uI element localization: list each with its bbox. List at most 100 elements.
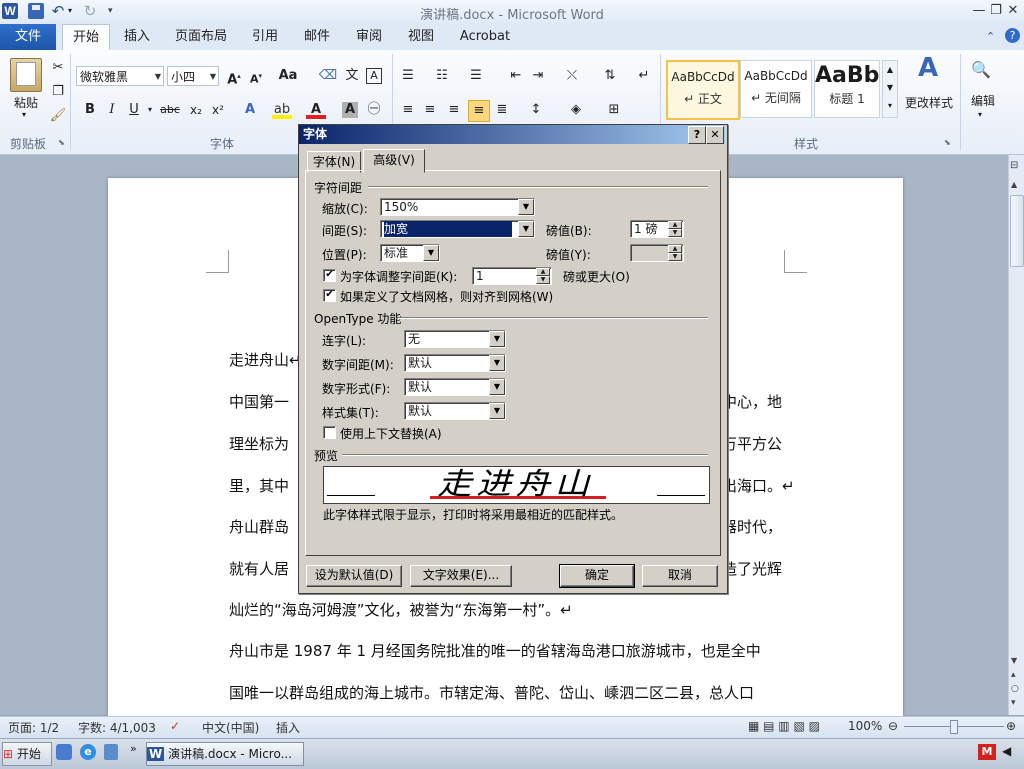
paragraph-line[interactable]: 理坐标为 [229, 433, 289, 454]
grow-font-icon[interactable]: A▴ [224, 66, 244, 87]
shrink-font-icon[interactable]: A▾ [246, 66, 266, 86]
zoom-level[interactable]: 100% [848, 719, 882, 733]
text-effects-icon[interactable]: A [240, 100, 260, 120]
clipboard-launcher-icon[interactable]: ⬊ [58, 138, 65, 147]
justify-icon[interactable]: ≡ [468, 100, 490, 122]
desktop-icon[interactable] [56, 744, 72, 760]
tab-page-layout[interactable]: 页面布局 [170, 24, 232, 50]
paragraph-line[interactable]: 灿烂的“海岛河姆渡”文化，被誉为“东海第一村”。↵ [229, 599, 573, 620]
font-color-icon[interactable]: A [306, 100, 326, 119]
taskbar-more-icon[interactable]: » [130, 742, 137, 755]
chevron-down-icon[interactable]: ▼ [489, 331, 505, 347]
spin-down-icon[interactable]: ▼ [536, 276, 550, 284]
spin-down-icon[interactable]: ▼ [668, 229, 682, 237]
kerning-checkbox[interactable]: ✔ [323, 269, 336, 282]
chevron-down-icon[interactable]: ▼ [155, 67, 161, 87]
start-button[interactable]: ⊞ 开始 [2, 742, 52, 766]
decrease-indent-icon[interactable]: ⇤ [506, 66, 526, 86]
status-insert-mode[interactable]: 插入 [276, 719, 300, 736]
change-styles-icon[interactable]: A [912, 55, 944, 88]
dialog-close-button[interactable]: ✕ [706, 126, 724, 144]
strikethrough-icon[interactable]: abc [160, 100, 180, 120]
align-left-icon[interactable]: ≡ [398, 100, 418, 120]
proofing-icon[interactable]: ✓ [170, 719, 180, 733]
increase-indent-icon[interactable]: ⇥ [528, 66, 548, 86]
redo-icon[interactable]: ↻ [82, 3, 98, 19]
tab-mailings[interactable]: 邮件 [296, 24, 338, 50]
spin-up-icon[interactable]: ▲ [668, 245, 682, 253]
word-app-icon[interactable]: W [2, 3, 18, 19]
paragraph-title[interactable]: 走进舟山↵ [229, 349, 302, 370]
bullets-icon[interactable]: ☰ [398, 66, 418, 86]
paragraph-line[interactable]: 中国第一 [229, 391, 289, 412]
close-button[interactable]: ✕ [1004, 2, 1022, 20]
view-buttons-icon[interactable]: ▦ ▤ ▥ ▧ ▨ [748, 719, 820, 733]
bold-icon[interactable]: B [80, 100, 100, 120]
style-no-spacing[interactable]: AaBbCcDd ↵ 无间隔 [740, 60, 812, 118]
chevron-down-icon[interactable]: ▼ [518, 199, 534, 215]
change-styles-button[interactable]: 更改样式 [898, 92, 960, 114]
collapse-ribbon-icon[interactable]: ⌃ [986, 30, 995, 43]
tray-app-icon[interactable]: M [978, 744, 996, 760]
paste-dropdown-icon[interactable]: ▾ [22, 110, 26, 119]
cancel-button[interactable]: 取消 [642, 565, 718, 587]
editing-button[interactable]: 编辑 [962, 90, 1004, 112]
sort-icon[interactable]: ⇅ [600, 66, 620, 86]
ie-icon[interactable]: e [80, 744, 96, 760]
zoom-in-icon[interactable]: ⊕ [1006, 719, 1016, 733]
chevron-down-icon[interactable]: ▼ [210, 67, 216, 87]
character-border-icon[interactable]: A [366, 68, 382, 84]
spin-up-icon[interactable]: ▲ [536, 268, 550, 276]
chevron-down-icon[interactable]: ▼ [489, 355, 505, 371]
tab-references[interactable]: 引用 [244, 24, 286, 50]
customize-quick-access-icon[interactable]: ▾ [108, 3, 124, 19]
tab-acrobat[interactable]: Acrobat [456, 24, 514, 50]
shading-icon[interactable]: ◈ [566, 100, 586, 120]
numbering-icon[interactable]: ☷ [432, 66, 452, 86]
tab-review[interactable]: 审阅 [348, 24, 390, 50]
taskbar-word-task[interactable]: W 演讲稿.docx - Micro... [146, 742, 304, 766]
copy-icon[interactable]: ❐ [48, 82, 68, 102]
font-name-combo[interactable]: 微软雅黑 ▼ [76, 66, 164, 86]
spin-down-icon[interactable]: ▼ [668, 253, 682, 261]
spacing-combo[interactable]: 加宽 [380, 220, 535, 238]
chinese-layout-icon[interactable]: ⤬ [562, 66, 582, 86]
find-icon[interactable]: 🔍 [970, 60, 992, 84]
styles-launcher-icon[interactable]: ⬊ [944, 138, 951, 147]
dialog-help-button[interactable]: ? [688, 126, 706, 144]
chevron-down-icon[interactable]: ▼ [489, 403, 505, 419]
tab-insert[interactable]: 插入 [116, 24, 158, 50]
paragraph-line[interactable]: 舟山群岛 [229, 516, 289, 537]
contextual-checkbox[interactable] [323, 426, 336, 439]
align-center-icon[interactable]: ≡ [420, 100, 440, 120]
paragraph-line[interactable]: 就有人居 [229, 558, 289, 579]
chevron-down-icon[interactable]: ▼ [423, 245, 439, 261]
style-heading-1[interactable]: AaBb 标题 1 [814, 60, 880, 118]
character-shading-icon[interactable]: A [342, 102, 358, 118]
paragraph-line[interactable]: 中心，地 [722, 391, 782, 412]
paragraph-line[interactable]: 万平方公 [722, 433, 782, 454]
grid-checkbox[interactable]: ✔ [323, 289, 336, 302]
tab-view[interactable]: 视图 [400, 24, 442, 50]
set-default-button[interactable]: 设为默认值(D) [306, 565, 402, 587]
spin-up-icon[interactable]: ▲ [668, 221, 682, 229]
cut-icon[interactable]: ✂ [48, 58, 68, 78]
zoom-slider-thumb[interactable] [950, 720, 958, 734]
status-language[interactable]: 中文(中国) [202, 719, 259, 736]
help-icon[interactable]: ? [1005, 28, 1020, 43]
paragraph-line[interactable]: 器时代， [722, 516, 782, 537]
clear-formatting-icon[interactable]: ⌫ [318, 66, 338, 86]
tab-home[interactable]: 开始 [62, 24, 110, 51]
phonetic-guide-icon[interactable]: 文 [342, 66, 362, 86]
status-word-count[interactable]: 字数: 4/1,003 [78, 719, 156, 736]
italic-icon[interactable]: I [102, 100, 122, 120]
highlight-icon[interactable]: ab [272, 100, 292, 119]
text-effects-button[interactable]: 文字效果(E)... [410, 565, 512, 587]
ruler-toggle-icon[interactable]: ⊟ [1010, 160, 1018, 171]
media-icon[interactable] [104, 744, 118, 760]
paragraph-line[interactable]: 里，其中 [229, 475, 289, 496]
save-icon[interactable] [28, 3, 44, 19]
line-spacing-icon[interactable]: ↕ [526, 100, 546, 120]
scale-combo[interactable]: 150% [380, 198, 535, 216]
multilevel-list-icon[interactable]: ☰ [466, 66, 486, 86]
